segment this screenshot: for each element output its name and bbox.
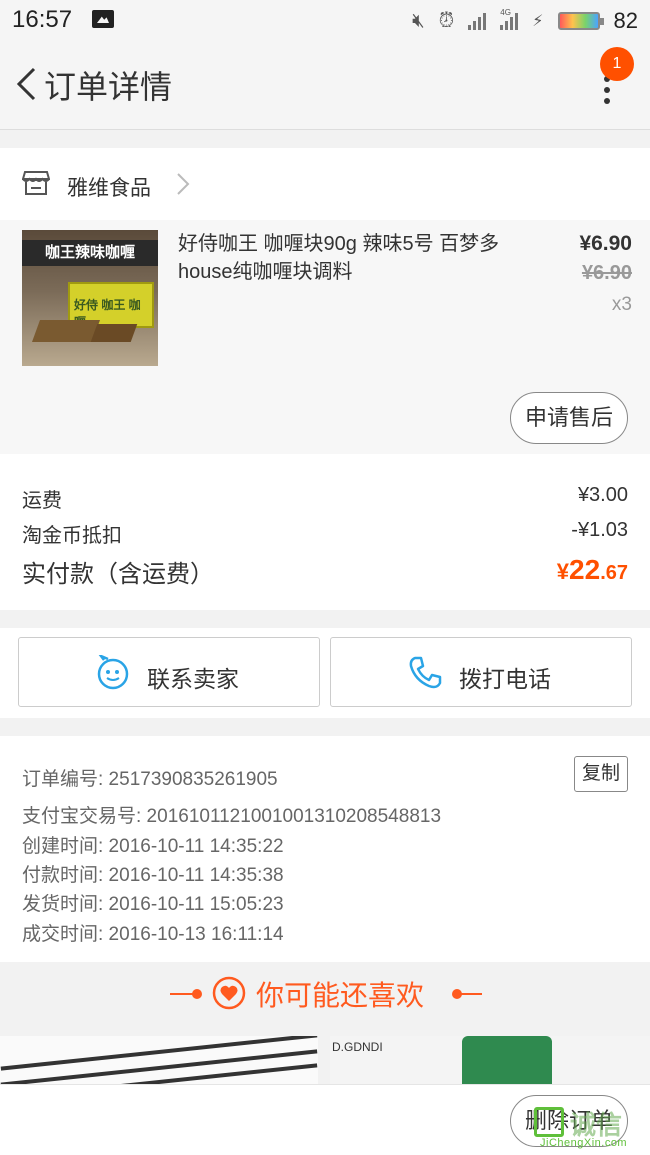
total-value: ¥22.67 — [556, 554, 628, 585]
more-icon[interactable] — [600, 76, 614, 106]
order-number: 订单编号: 2517390835261905 — [22, 769, 278, 790]
after-sale-button[interactable]: 申请售后 — [510, 392, 628, 444]
copy-button[interactable]: 复制 — [574, 756, 628, 792]
total-label: 实付款（含运费） — [22, 561, 214, 588]
page-title: 订单详情 — [44, 69, 173, 105]
contact-seller-label: 联系卖家 — [147, 666, 239, 692]
product-original-price: ¥6.90 — [581, 262, 632, 284]
total-row: 实付款（含运费） ¥22.67 — [22, 554, 628, 589]
product-price: ¥6.90 — [579, 232, 632, 255]
image-notification-icon — [92, 10, 114, 28]
alarm-icon: ⏰︎ — [438, 9, 455, 32]
product-image-banner: 咖王辣味咖喱 — [22, 240, 158, 266]
recommend-item[interactable]: D.GDNDI — [330, 1036, 650, 1084]
chat-icon — [97, 655, 129, 690]
alipay-number: 支付宝交易号: 2016101121001001310208548813 — [22, 806, 442, 827]
call-phone-button[interactable]: 拨打电话 — [330, 637, 632, 707]
battery-icon — [557, 12, 604, 30]
coin-value: -¥1.03 — [571, 519, 628, 541]
heart-icon — [212, 976, 246, 1010]
notification-badge: 1 — [600, 47, 634, 81]
shop-name: 雅维食品 — [67, 177, 151, 200]
brand-label: D.GDNDI — [332, 1040, 383, 1054]
status-time: 16:57 — [12, 6, 73, 33]
recommend-item[interactable] — [0, 1036, 318, 1084]
shipping-row: 运费 ¥3.00 — [22, 484, 628, 513]
call-phone-label: 拨打电话 — [459, 666, 551, 692]
chevron-right-icon — [177, 173, 190, 195]
product-title[interactable]: 好侍咖王 咖喱块90g 辣味5号 百梦多house纯咖喱块调料 — [178, 230, 518, 286]
recommend-header: 你可能还喜欢 — [0, 962, 650, 1024]
nav-bar: 订单详情 1 — [0, 42, 650, 130]
product-image[interactable]: 咖王辣味咖喱 好侍 咖王 咖喱 — [22, 230, 158, 366]
completed-time: 成交时间: 2016-10-13 16:11:14 — [22, 924, 284, 945]
product-item[interactable]: 咖王辣味咖喱 好侍 咖王 咖喱 好侍咖王 咖喱块90g 辣味5号 百梦多hous… — [0, 220, 650, 454]
charging-icon: ⚡︎ — [532, 13, 544, 30]
coin-row: 淘金币抵扣 -¥1.03 — [22, 519, 628, 548]
shipped-time: 发货时间: 2016-10-11 15:05:23 — [22, 894, 284, 915]
battery-level: 82 — [613, 8, 638, 33]
signal-icon — [468, 12, 487, 30]
product-quantity: x3 — [611, 294, 632, 315]
shipping-label: 运费 — [22, 490, 62, 512]
coin-label: 淘金币抵扣 — [22, 525, 122, 547]
contact-seller-button[interactable]: 联系卖家 — [18, 637, 320, 707]
phone-icon — [409, 656, 442, 689]
shipping-value: ¥3.00 — [577, 484, 628, 506]
order-info: 订单编号: 2517390835261905 复制 支付宝交易号: 201610… — [0, 736, 650, 962]
fee-summary: 运费 ¥3.00 淘金币抵扣 -¥1.03 实付款（含运费） ¥22.67 — [0, 454, 650, 610]
shop-row[interactable]: 雅维食品 — [0, 148, 650, 220]
watermark-logo: 诚信 JiChengXin.com — [530, 1105, 648, 1149]
status-bar: 16:57 🔇︎ ⏰︎ 4G ⚡︎ 82 — [0, 0, 650, 42]
bottom-bar: 删除订单 诚信 JiChengXin.com — [0, 1084, 650, 1155]
shop-icon — [22, 171, 50, 195]
signal-4g-icon: 4G — [500, 8, 519, 30]
mute-icon: 🔇︎ — [412, 9, 425, 32]
recommend-title: 你可能还喜欢 — [256, 980, 425, 1011]
paid-time: 付款时间: 2016-10-11 14:35:38 — [22, 865, 284, 886]
back-icon[interactable] — [14, 66, 40, 102]
contact-bar: 联系卖家 拨打电话 — [0, 628, 650, 718]
created-time: 创建时间: 2016-10-11 14:35:22 — [22, 836, 284, 857]
